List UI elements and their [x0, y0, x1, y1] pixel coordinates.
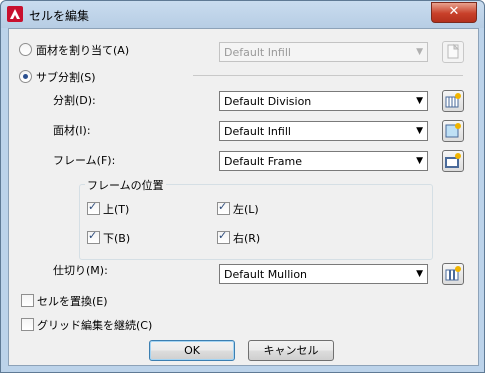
infill-value: Default Infill [224, 125, 291, 138]
frame-combo[interactable]: Default Frame ▼ [219, 151, 428, 171]
chevron-down-icon: ▼ [416, 269, 423, 279]
division-value: Default Division [224, 95, 312, 108]
frame-top-label[interactable]: 上(T) [103, 201, 129, 217]
mullion-style-icon [445, 266, 461, 281]
infill-style-button[interactable] [442, 120, 464, 142]
division-label: 分割(D): [53, 94, 96, 107]
infill-style-icon [445, 123, 461, 138]
mullion-value: Default Mullion [224, 268, 308, 281]
infill-label: 面材(I): [53, 124, 91, 137]
frame-position-title: フレームの位置 [85, 177, 166, 193]
frame-bottom-checkbox[interactable] [87, 229, 100, 244]
continue-grid-checkbox[interactable] [21, 318, 34, 331]
dialog-body: 面材を割り当て(A) Default Infill ▼ サブ分割(S) 分割(D… [8, 28, 479, 366]
title-bar[interactable]: セルを編集 ✕ [1, 1, 484, 28]
subdivision-radio[interactable] [19, 70, 32, 83]
ok-button[interactable]: OK [149, 340, 235, 361]
division-style-button[interactable] [442, 90, 464, 112]
frame-style-button[interactable] [442, 150, 464, 172]
frame-value: Default Frame [224, 155, 302, 168]
close-icon: ✕ [448, 4, 460, 19]
frame-right-checkbox[interactable] [217, 229, 230, 244]
subdivision-separator [193, 75, 463, 76]
assign-material-combo[interactable]: Default Infill ▼ [219, 42, 428, 62]
dialog-window: セルを編集 ✕ 面材を割り当て(A) Default Infill ▼ サブ分割… [0, 0, 485, 373]
chevron-down-icon: ▼ [416, 156, 423, 166]
mullion-combo[interactable]: Default Mullion ▼ [219, 264, 428, 284]
replace-cell-checkbox[interactable] [21, 294, 34, 307]
close-button[interactable]: ✕ [431, 2, 477, 23]
chevron-down-icon: ▼ [416, 126, 423, 136]
chevron-down-icon: ▼ [416, 47, 423, 57]
mullion-style-button[interactable] [442, 263, 464, 285]
continue-grid-label[interactable]: グリッド編集を継続(C) [37, 317, 152, 333]
frame-left-checkbox[interactable] [217, 200, 230, 215]
infill-combo[interactable]: Default Infill ▼ [219, 121, 428, 141]
window-title: セルを編集 [29, 9, 90, 23]
replace-cell-label[interactable]: セルを置換(E) [37, 293, 108, 309]
autocad-app-icon [7, 6, 23, 22]
division-combo[interactable]: Default Division ▼ [219, 91, 428, 111]
document-icon [447, 43, 460, 59]
frame-top-checkbox[interactable] [87, 200, 100, 215]
assign-material-label[interactable]: 面材を割り当て(A) [36, 42, 129, 58]
chevron-down-icon: ▼ [416, 96, 423, 106]
cancel-button[interactable]: キャンセル [248, 340, 334, 361]
frame-position-group [79, 184, 433, 260]
assign-material-value: Default Infill [224, 46, 291, 59]
assign-material-style-button[interactable] [442, 41, 464, 63]
frame-bottom-label[interactable]: 下(B) [103, 230, 130, 246]
frame-style-icon [445, 153, 461, 168]
division-style-icon [445, 93, 461, 108]
assign-material-radio[interactable] [19, 43, 32, 56]
mullion-label: 仕切り(M): [53, 264, 108, 277]
frame-label: フレーム(F): [53, 154, 116, 167]
frame-left-label[interactable]: 左(L) [233, 201, 259, 217]
subdivision-label[interactable]: サブ分割(S) [36, 69, 96, 85]
frame-right-label[interactable]: 右(R) [233, 230, 260, 246]
